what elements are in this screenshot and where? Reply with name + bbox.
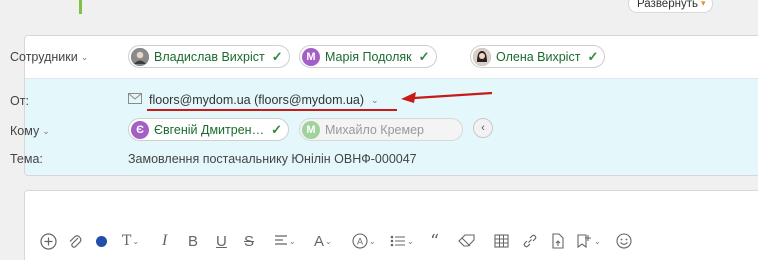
chip-label: Марія Подоляк [325,49,412,64]
align-icon[interactable]: ⌄ [274,230,296,252]
active-indicator [79,0,82,14]
chevron-left-icon: ‹ [481,122,485,134]
subject-label: Тема: [10,152,43,166]
emoji-icon[interactable] [616,230,632,252]
check-icon: ✓ [271,48,283,64]
text-color-icon[interactable] [96,230,107,252]
bold-icon[interactable]: B [188,230,198,252]
expand-label: Развернуть [637,0,698,10]
annotation-underline [147,109,397,111]
chevron-down-icon: ⌄ [80,51,89,62]
check-icon: ✓ [587,48,599,64]
annotation-arrow [401,91,493,103]
check-icon: ✓ [271,121,282,137]
font-icon[interactable]: A ⌄ [314,230,332,252]
chip-label: Олена Вихріст [496,49,581,64]
add-icon[interactable] [40,230,57,252]
font-size-icon[interactable]: T ⌄ [122,230,139,252]
chevron-down-icon: ▾ [700,0,706,8]
employee-chip[interactable]: Владислав Вихріст ✓ [128,45,290,68]
to-label[interactable]: Кому ⌄ [10,124,50,138]
avatar: М [302,120,320,139]
table-icon[interactable] [494,230,509,252]
expand-button[interactable]: Развернуть ▾ [628,0,713,13]
svg-text:A: A [357,237,363,247]
mail-icon [128,93,142,107]
mention-icon[interactable]: A ⌄ [352,230,376,252]
checklist-icon[interactable]: ⌄ [576,230,601,252]
chip-label: Владислав Вихріст [154,49,265,64]
employees-label[interactable]: Сотрудники ⌄ [10,50,88,64]
recipient-chip[interactable]: М Михайло Кремер [299,118,463,141]
link-icon[interactable] [522,230,538,252]
attach-icon[interactable] [68,230,82,252]
employee-chip[interactable]: М Марія Подоляк ✓ [299,45,437,68]
quote-icon[interactable]: “ [430,230,439,252]
chip-label: Євгеній Дмитрен… [154,122,265,137]
file-icon[interactable] [550,230,565,252]
check-icon: ✓ [418,48,430,64]
recipient-chip[interactable]: Є Євгеній Дмитрен… ✓ [128,118,289,141]
avatar [473,47,491,66]
avatar [131,47,149,66]
avatar: Є [131,120,149,139]
strikethrough-icon[interactable]: S [244,230,254,252]
chevron-down-icon: ⌄ [42,125,50,136]
list-icon[interactable]: ⌄ [390,230,414,252]
clear-format-icon[interactable] [458,230,475,252]
subject-field[interactable]: Замовлення постачальнику Юнілін ОВНФ-000… [128,152,417,166]
from-selector[interactable]: floors@mydom.ua (floors@mydom.ua) ⌄ [128,93,379,107]
employee-chip[interactable]: Олена Вихріст ✓ [470,45,606,68]
italic-icon[interactable]: I [162,230,167,252]
collapse-recipients-button[interactable]: ‹ [473,118,493,138]
format-toolbar: T ⌄ I B U S ⌄ A ⌄ A ⌄ ⌄ “ ⌄ [40,230,640,252]
top-bar: Развернуть ▾ [0,0,758,14]
chip-label: Михайло Кремер [325,122,424,137]
avatar: М [302,47,320,66]
underline-icon[interactable]: U [216,230,227,252]
chevron-down-icon: ⌄ [371,94,379,105]
from-value: floors@mydom.ua (floors@mydom.ua) [149,93,365,107]
from-label: От: [10,94,29,108]
